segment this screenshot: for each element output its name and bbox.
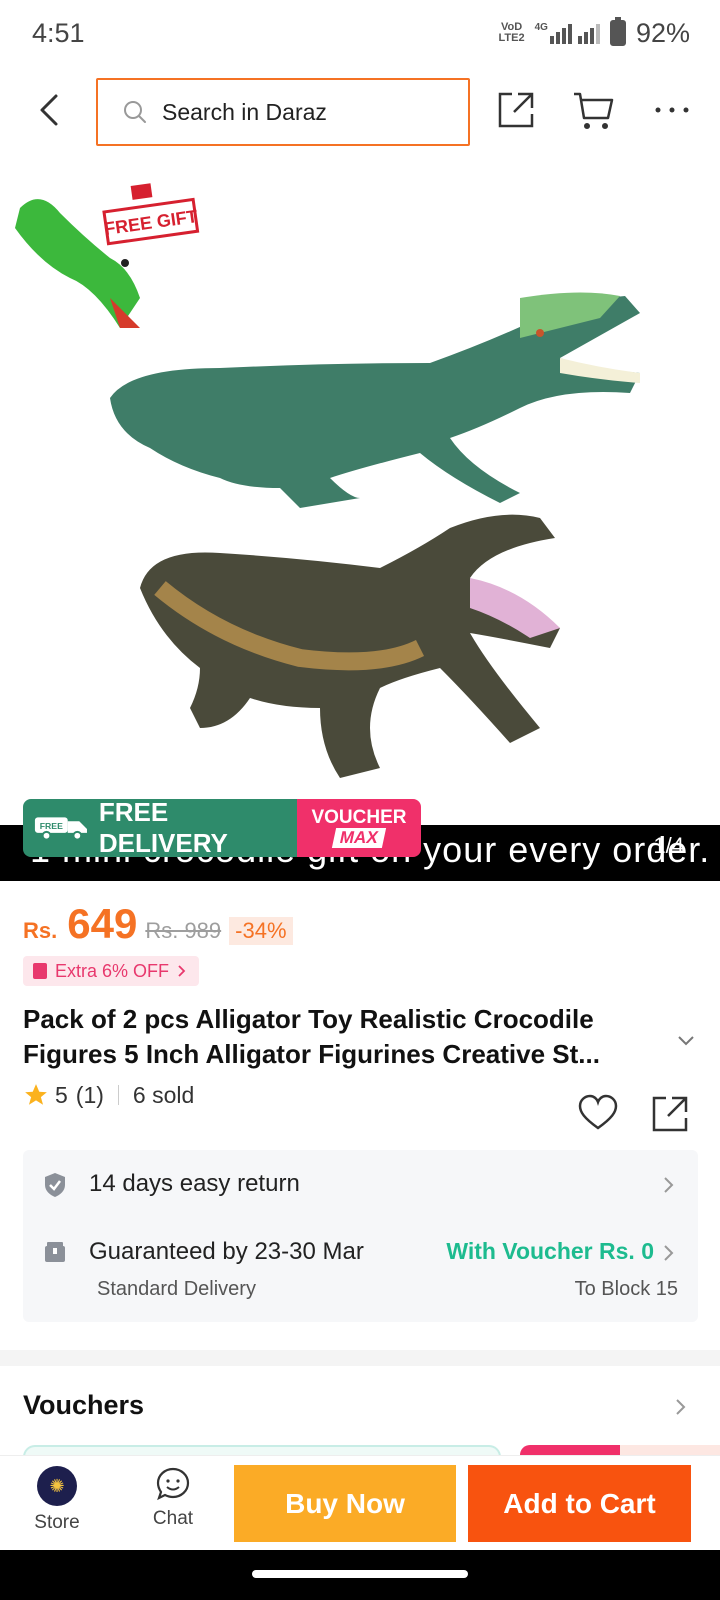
vouchers-chevron-right-icon[interactable]	[674, 1398, 688, 1416]
divider	[117, 1085, 119, 1105]
battery-level: 92%	[635, 17, 690, 48]
network-type-icon: VoD LTE2	[498, 21, 525, 44]
add-to-cart-button[interactable]: Add to Cart	[468, 1465, 691, 1542]
sold-count: 6 sold	[132, 1081, 195, 1108]
free-delivery-label: FREE DELIVERY	[98, 799, 228, 857]
delivery-voucher-text: With Voucher Rs. 0	[446, 1238, 654, 1264]
services-card: 14 days easy return Guaranteed by 23-30 …	[23, 1150, 698, 1322]
share-icon[interactable]	[494, 88, 538, 132]
cart-icon[interactable]	[572, 88, 616, 132]
discount-badge: -34%	[229, 917, 293, 945]
voucher-tag-icon	[33, 963, 47, 979]
extra-offer-label: Extra 6% OFF	[55, 960, 170, 981]
wishlist-heart-icon[interactable]	[578, 1094, 618, 1132]
store-button[interactable]: ✺ Store	[22, 1466, 92, 1542]
rating-value: 5	[55, 1081, 68, 1108]
home-indicator[interactable]	[252, 1570, 468, 1578]
star-icon	[25, 1084, 47, 1105]
search-icon	[124, 101, 146, 123]
section-divider	[0, 1350, 720, 1366]
search-placeholder: Search in Daraz	[162, 98, 327, 125]
original-price: Rs. 989	[145, 918, 222, 943]
status-icons: VoD LTE2 4G 92%	[498, 17, 690, 49]
top-header: Search in Daraz	[0, 72, 720, 152]
svg-text:FREE: FREE	[40, 821, 63, 831]
signal-strength-icon: 4G	[535, 22, 600, 44]
status-bar: 4:51 VoD LTE2 4G 92%	[0, 0, 720, 66]
share-product-icon[interactable]	[650, 1094, 690, 1134]
more-options-icon[interactable]	[650, 88, 694, 132]
delivery-row[interactable]: Guaranteed by 23-30 Mar With Voucher Rs.…	[23, 1222, 698, 1322]
product-title: Pack of 2 pcs Alligator Toy Realistic Cr…	[23, 1004, 600, 1069]
voucher-max-badge: VOUCHER MAX	[297, 799, 421, 857]
chevron-down-icon[interactable]	[676, 1030, 696, 1050]
return-policy-row[interactable]: 14 days easy return	[23, 1150, 698, 1222]
product-image-gallery[interactable]: FREE GIFT 1 mini crocodile gift on your …	[0, 168, 720, 881]
product-image: FREE GIFT	[15, 183, 640, 778]
buy-now-button[interactable]: Buy Now	[234, 1465, 456, 1542]
price-row: Rs. 649 Rs. 989 -34%	[23, 900, 293, 948]
battery-icon	[609, 17, 626, 46]
free-gift-stamp: FREE GIFT	[102, 183, 200, 246]
search-input[interactable]: Search in Daraz	[96, 78, 470, 146]
chevron-right-icon	[178, 965, 186, 977]
status-time: 4:51	[32, 17, 85, 48]
delivery-guarantee-text: Guaranteed by 23-30 Mar	[89, 1238, 364, 1265]
current-price: 649	[67, 900, 138, 947]
shield-check-icon	[45, 1173, 65, 1197]
store-label: Store	[34, 1512, 80, 1533]
return-policy-text: 14 days easy return	[89, 1170, 300, 1197]
rating-row[interactable]: 5 (1) 6 sold	[23, 1078, 194, 1112]
system-nav-bar	[0, 1550, 720, 1600]
chat-icon	[156, 1467, 190, 1501]
package-icon	[45, 1242, 65, 1262]
dark-alligator-image	[140, 514, 560, 778]
chat-button[interactable]: Chat	[138, 1466, 208, 1542]
chat-label: Chat	[152, 1508, 194, 1529]
chevron-right-icon	[664, 1245, 674, 1261]
free-delivery-badge: FREE FREE DELIVERY	[23, 799, 297, 857]
promo-banner: FREE FREE DELIVERY VOUCHER MAX	[23, 799, 421, 857]
delivery-location-text: To Block 15	[574, 1278, 678, 1300]
bottom-action-bar: ✺ Store Chat Buy Now Add to Cart	[0, 1455, 720, 1550]
vouchers-title: Vouchers	[23, 1390, 145, 1420]
image-page-indicator: 1/4	[653, 833, 684, 858]
back-arrow-icon[interactable]	[30, 90, 70, 130]
extra-offer-chip[interactable]: Extra 6% OFF	[23, 956, 200, 986]
rating-count: (1)	[75, 1081, 104, 1108]
price-currency: Rs.	[23, 918, 58, 943]
teal-alligator-image	[110, 292, 640, 508]
delivery-type-text: Standard Delivery	[97, 1278, 256, 1300]
chevron-right-icon	[664, 1177, 674, 1193]
store-logo: ✺	[37, 1466, 77, 1506]
delivery-truck-icon: FREE	[34, 817, 87, 841]
